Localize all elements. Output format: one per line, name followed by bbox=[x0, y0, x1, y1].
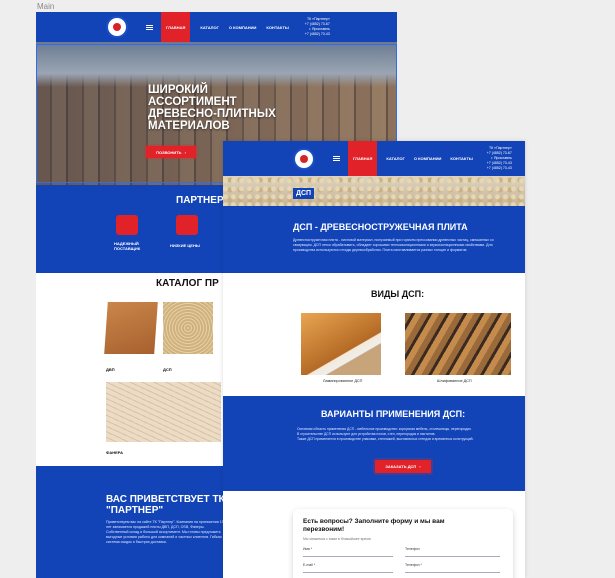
call-button[interactable]: Позвонить › bbox=[146, 146, 196, 158]
thumbs-up-icon bbox=[116, 215, 138, 235]
nav-item-catalog[interactable]: Каталог bbox=[386, 156, 404, 161]
name-field[interactable] bbox=[303, 551, 393, 557]
welcome-text: Приветствуем вас на сайте ТК "Партнер". … bbox=[106, 520, 224, 544]
welcome-title: Вас приветствует ТК "Партнер" bbox=[106, 494, 225, 516]
type-label: Ламинированное ДСП bbox=[323, 379, 363, 383]
catalog-title: Каталог пр bbox=[156, 278, 219, 289]
catalog-item-label[interactable]: ДВП bbox=[106, 367, 115, 372]
wallet-icon bbox=[176, 215, 198, 235]
advantage-label: Низкие цены bbox=[170, 243, 200, 248]
product-image-dvp[interactable] bbox=[104, 302, 158, 354]
product-image-dsp[interactable] bbox=[163, 302, 213, 354]
nav-item-home[interactable]: Главная bbox=[348, 141, 378, 176]
advantage-label: Надежный поставщик bbox=[114, 241, 141, 251]
menu-icon[interactable] bbox=[333, 156, 340, 161]
hero-title: Широкий ассортимент древесно-плитных мат… bbox=[148, 84, 276, 132]
chevron-right-icon: › bbox=[419, 464, 421, 469]
header-contacts: ТК «Партнер» +7 (4852) 73-67 г. Ярославл… bbox=[486, 146, 512, 170]
phone-field[interactable] bbox=[405, 551, 500, 557]
list-item: Также ДСП применяется в производстве упа… bbox=[297, 437, 474, 441]
nav-item-home[interactable]: Главная bbox=[161, 12, 191, 42]
frame-label: Main bbox=[37, 2, 55, 11]
nav-item-about[interactable]: О компании bbox=[414, 156, 442, 161]
header: Главная Каталог О компании Контакты ТК «… bbox=[36, 12, 397, 42]
nav-item-contacts[interactable]: Контакты bbox=[266, 25, 288, 30]
catalog-item-label[interactable]: Фанера bbox=[106, 450, 123, 455]
dsp-artboard[interactable]: Главная Каталог О компании Контакты ТК «… bbox=[223, 141, 525, 578]
menu-icon[interactable] bbox=[146, 24, 153, 30]
form-subtitle: Мы свяжемся с вами в ближайшее время bbox=[303, 537, 371, 541]
logo-icon[interactable] bbox=[293, 147, 315, 170]
product-image-plywood[interactable] bbox=[106, 382, 221, 442]
logo-icon[interactable] bbox=[106, 16, 128, 38]
header: Главная Каталог О компании Контакты ТК «… bbox=[223, 141, 525, 176]
dsp-tag: ДСП bbox=[293, 188, 315, 199]
types-title: Виды ДСП: bbox=[371, 289, 425, 299]
sanded-dsp-image[interactable] bbox=[405, 313, 511, 375]
dsp-text: Древесностружечная плита - листовой мате… bbox=[293, 238, 494, 252]
dsp-title: ДСП - древесностружечная плита bbox=[293, 222, 468, 232]
usage-list: Основная область применения ДСП - мебель… bbox=[297, 427, 512, 442]
usage-section: Варианты применения ДСП: Основная област… bbox=[223, 396, 525, 491]
dsp-hero-image bbox=[223, 176, 525, 206]
email-field[interactable] bbox=[303, 567, 393, 573]
usage-title: Варианты применения ДСП: bbox=[321, 409, 466, 419]
form-title: Есть вопросы? Заполните форму и мы вам п… bbox=[303, 518, 445, 533]
dsp-intro-section: ДСП - древесностружечная плита Древеснос… bbox=[223, 206, 525, 273]
partner-title: Партнер bbox=[176, 195, 224, 206]
phone-field-required[interactable] bbox=[405, 567, 500, 573]
catalog-item-label[interactable]: ДСП bbox=[163, 367, 172, 372]
laminated-dsp-image[interactable] bbox=[301, 313, 381, 375]
chevron-right-icon: › bbox=[184, 149, 186, 155]
order-dsp-button[interactable]: Заказать ДСП › bbox=[375, 460, 431, 473]
nav-item-catalog[interactable]: Каталог bbox=[200, 25, 218, 30]
header-contacts: ТК «Партнер» +7 (4852) 73-67 г. Ярославл… bbox=[304, 17, 330, 36]
nav-item-contacts[interactable]: Контакты bbox=[450, 156, 472, 161]
callback-form: Есть вопросы? Заполните форму и мы вам п… bbox=[293, 509, 513, 578]
type-label: Шлифованное ДСП bbox=[437, 379, 472, 383]
nav-item-about[interactable]: О компании bbox=[229, 25, 257, 30]
